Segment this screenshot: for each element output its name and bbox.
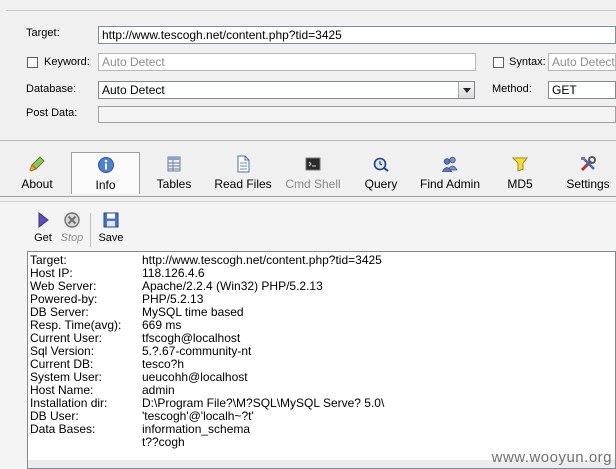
tab-label: Cmd Shell — [285, 177, 341, 191]
tab-label: Query — [364, 177, 398, 191]
tab-cmd-shell[interactable]: Cmd Shell — [283, 152, 343, 194]
tab-label: Info — [95, 178, 116, 192]
file-icon — [237, 155, 250, 173]
stop-button[interactable]: Stop — [57, 211, 87, 244]
tab-about[interactable]: About — [14, 152, 60, 194]
brush-icon — [29, 156, 45, 172]
save-button-label: Save — [98, 232, 124, 244]
syntax-checkbox[interactable] — [493, 57, 504, 68]
syntax-input[interactable]: Auto Detect — [548, 53, 616, 71]
table-icon — [167, 156, 181, 172]
terminal-icon — [305, 157, 321, 171]
play-icon — [38, 211, 49, 229]
postdata-input[interactable] — [98, 106, 616, 123]
query-icon — [373, 157, 389, 172]
tab-label: Find Admin — [419, 177, 481, 191]
syntax-label: Syntax: — [509, 56, 546, 68]
tab-label: MD5 — [507, 177, 533, 191]
info-value: t??cogh — [142, 435, 185, 449]
tab-bar: About Info Tables Read Files Cmd Shell Q… — [0, 150, 616, 196]
tab-tables[interactable]: Tables — [151, 152, 197, 194]
tab-label: Tables — [156, 177, 192, 191]
toolbar-separator — [90, 213, 91, 247]
tab-label: Read Files — [214, 177, 272, 191]
tab-label: About — [21, 177, 53, 191]
chevron-down-icon[interactable] — [458, 82, 474, 98]
tab-read-files[interactable]: Read Files — [213, 152, 273, 194]
info-key: Data Bases: — [30, 422, 96, 436]
watermark: www.wooyun.org — [491, 449, 612, 466]
info-output[interactable]: Target: http://www.tescogh.net/content.p… — [27, 251, 616, 469]
database-label: Database: — [26, 83, 77, 95]
tab-info[interactable]: Info — [71, 152, 140, 194]
keyword-label: Keyword: — [44, 56, 90, 68]
tab-label: Settings — [566, 177, 610, 191]
target-input[interactable]: http://www.tescogh.net/content.php?tid=3… — [98, 26, 616, 44]
tab-find-admin[interactable]: Find Admin — [416, 152, 484, 194]
key-icon — [511, 157, 529, 172]
get-button-label: Get — [34, 232, 52, 244]
method-select[interactable]: GET — [548, 81, 616, 99]
keyword-input[interactable]: Auto Detect — [98, 53, 476, 71]
get-button[interactable]: Get — [28, 211, 58, 244]
floppy-icon — [103, 212, 119, 228]
stop-icon — [64, 212, 80, 228]
save-button[interactable]: Save — [96, 211, 126, 244]
tab-settings[interactable]: Settings — [564, 152, 612, 194]
tab-divider — [0, 196, 616, 197]
connection-panel: Target: http://www.tescogh.net/content.p… — [0, 0, 616, 141]
postdata-label: Post Data: — [26, 107, 78, 119]
stop-button-label: Stop — [60, 232, 84, 244]
tab-query[interactable]: Query — [359, 152, 403, 194]
users-icon — [441, 156, 458, 172]
method-label: Method: — [492, 83, 532, 95]
tools-icon — [580, 156, 596, 172]
keyword-checkbox[interactable] — [27, 57, 38, 68]
target-label: Target: — [26, 27, 60, 39]
tab-md5[interactable]: MD5 — [500, 152, 540, 194]
database-select[interactable]: Auto Detect — [98, 81, 475, 99]
database-select-value: Auto Detect — [102, 83, 165, 97]
info-icon — [97, 157, 114, 173]
